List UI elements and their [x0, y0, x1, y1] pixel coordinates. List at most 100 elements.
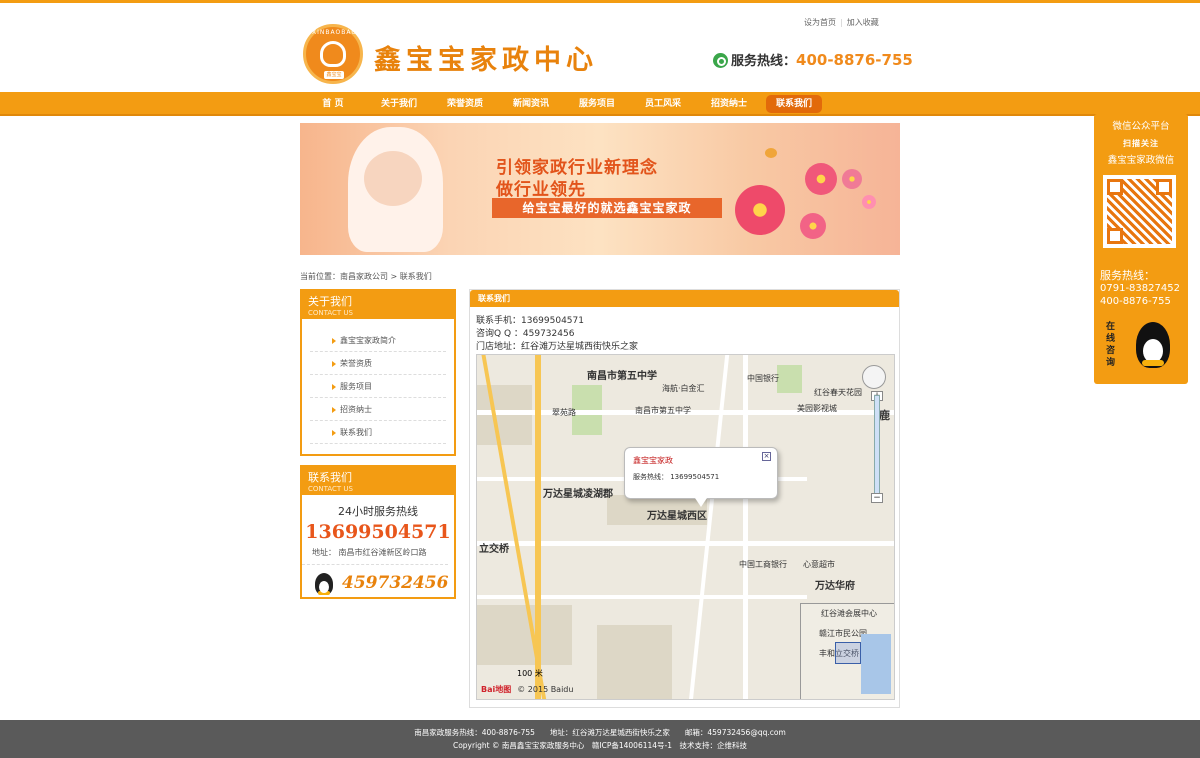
qq-penguin-icon[interactable] — [1136, 322, 1170, 368]
float-phone1: 0791-83827452 — [1100, 283, 1180, 294]
footer-line2: Copyright © 南昌鑫宝宝家政服务中心 赣ICP备14006114号-1… — [452, 741, 748, 750]
service-24h-label: 24小时服务热线 — [338, 505, 418, 518]
flower-decoration — [735, 185, 785, 235]
map-scale: 100 米 — [517, 669, 543, 678]
footer: 南昌家政服务热线：400-8876-755 地址：红谷滩万达星城西街快乐之家 邮… — [0, 720, 1200, 758]
side-item-contact[interactable]: 联系我们 — [310, 421, 446, 444]
nav-honor[interactable]: 荣誉资质 — [432, 92, 498, 116]
top-links: 设为首页 | 加入收藏 — [800, 17, 883, 28]
map-overview[interactable]: 红谷滩会展中心 赣江市民公园 丰和立交桥 — [800, 603, 894, 699]
logo-heart-icon — [320, 41, 346, 67]
map-label-shop: 海航·白金汇 — [662, 384, 705, 393]
footer-line1: 南昌家政服务热线：400-8876-755 地址：红谷滩万达星城西街快乐之家 邮… — [414, 728, 786, 737]
zoom-out-button[interactable]: − — [871, 493, 883, 503]
overview-label-honggu: 红谷滩会展中心 — [821, 609, 877, 618]
float-name: 鑫宝宝家政微信 — [1107, 155, 1175, 166]
map-label-area1: 万达星城凌湖郡 — [543, 489, 613, 500]
baby-face — [364, 151, 422, 206]
overview-label-ganjiang: 赣江市民公园 — [819, 629, 867, 638]
map-label-area2: 万达星城西区 — [647, 511, 707, 522]
nav-news[interactable]: 新闻资讯 — [498, 92, 564, 116]
side-item-intro[interactable]: 鑫宝宝家政简介 — [310, 329, 446, 352]
header-hotline: 服务热线：400-8876-755 — [713, 50, 913, 69]
online-consult-label[interactable]: 在线咨询 — [1106, 321, 1118, 369]
side-item-recruit[interactable]: 招资纳士 — [310, 398, 446, 421]
popup-close-icon[interactable]: × — [762, 452, 771, 461]
qq-contact[interactable]: 459732456 — [302, 567, 454, 601]
map-block — [597, 625, 672, 699]
nav-recruit[interactable]: 招资纳士 — [696, 92, 762, 116]
map-label-lijiao: 立交桥 — [479, 544, 509, 555]
nav-contact[interactable]: 联系我们 — [766, 95, 822, 113]
breadcrumb-prefix: 当前位置： — [300, 272, 340, 281]
about-box-title: 关于我们 — [308, 295, 352, 308]
nav-about[interactable]: 关于我们 — [366, 92, 432, 116]
zoom-slider[interactable] — [874, 395, 880, 495]
breadcrumb-sep: > — [390, 272, 398, 281]
contact-box-header: 联系我们 CONTACT US — [302, 467, 454, 495]
map-label-cuiyuan: 翠苑路 — [552, 408, 576, 417]
side-item-services[interactable]: 服务项目 — [310, 375, 446, 398]
flower-decoration — [800, 213, 826, 239]
baidu-map[interactable]: 南昌市第五中学 中国银行 海航·白金汇 红谷春天花园 翠苑路 鹿 南昌市第五中学… — [476, 354, 895, 700]
logo-banner: 鑫宝宝 — [324, 71, 344, 79]
float-hotline: 服务热线： 0791-83827452 400-8876-755 — [1100, 269, 1180, 308]
banner-line2: 做行业领先 — [496, 180, 586, 200]
baidu-logo-text: Bai地图 — [481, 685, 512, 694]
header: XINBAOBAO 鑫宝宝 鑫宝宝家政中心 设为首页 | 加入收藏 服务热线：400… — [300, 12, 913, 92]
set-homepage-link[interactable]: 设为首页 — [800, 18, 840, 27]
map-block — [477, 605, 572, 665]
map-road — [688, 355, 730, 699]
float-title: 微信公众平台 — [1112, 121, 1170, 132]
map-label-xinyuan: 心意超市 — [803, 560, 835, 569]
map-park — [777, 365, 802, 393]
nav-services[interactable]: 服务项目 — [564, 92, 630, 116]
breadcrumb-home[interactable]: 南昌家政公司 — [340, 272, 388, 281]
main-mobile: 联系手机：13699504571 — [476, 316, 584, 326]
main-address: 门店地址：红谷滩万达星城西街快乐之家 — [476, 342, 639, 352]
logo-text[interactable]: 鑫宝宝家政中心 — [374, 38, 598, 77]
baidu-logo: Bai地图 © 2015 Baidu — [481, 684, 573, 695]
contact-address: 地址： 南昌市红谷滩新区岭口路 — [302, 547, 448, 565]
float-phone2: 400-8876-755 — [1100, 296, 1171, 307]
flower-decoration — [805, 163, 837, 195]
main-nav: 首 页 关于我们 荣誉资质 新闻资讯 服务项目 员工风采 招资纳士 联系我们 — [0, 92, 1200, 116]
main-title: 联系我们 — [470, 290, 899, 307]
map-label-icbc: 中国工商银行 — [739, 560, 787, 569]
map-label-meizhou: 红谷春天花园 — [814, 388, 862, 397]
map-zoom-control[interactable]: + − — [862, 361, 886, 503]
map-label-nanchang5: 南昌市第五中学 — [635, 406, 691, 415]
main-qq: 咨询Q Q ：459732456 — [476, 329, 575, 339]
breadcrumb-current: 联系我们 — [399, 272, 432, 281]
map-info-popup: 鑫宝宝家政 服务热线： 13699504571 × — [624, 447, 778, 507]
map-pan-icon[interactable] — [862, 365, 886, 389]
popup-hotline: 服务热线： 13699504571 — [633, 473, 720, 481]
contact-box-title: 联系我们 — [308, 471, 352, 484]
map-copyright: © 2015 Baidu — [517, 685, 574, 694]
logo-icon[interactable]: XINBAOBAO 鑫宝宝 — [303, 24, 363, 84]
hotline-number: 400-8876-755 — [796, 51, 913, 69]
contact-box-subtitle: CONTACT US — [308, 485, 353, 493]
side-item-honor[interactable]: 荣誉资质 — [310, 352, 446, 375]
hero-banner: 引领家政行业新理念 做行业领先 给宝宝最好的就选鑫宝宝家政 — [300, 123, 900, 255]
float-panel: 微信公众平台 扫描关注 鑫宝宝家政微信 服务热线： 0791-83827452 … — [1094, 114, 1188, 384]
qr-code — [1103, 175, 1176, 248]
banner-line3: 给宝宝最好的就选鑫宝宝家政 — [492, 198, 722, 218]
logo-arc-text: XINBAOBAO — [312, 29, 358, 36]
add-favorite-link[interactable]: 加入收藏 — [843, 18, 883, 27]
popup-tail — [695, 498, 707, 507]
top-accent-line — [0, 0, 1200, 12]
nav-staff[interactable]: 员工风采 — [630, 92, 696, 116]
qq-penguin-icon — [315, 573, 333, 595]
map-label-bank: 中国银行 — [747, 374, 779, 383]
phone-icon — [713, 53, 728, 68]
nav-home[interactable]: 首 页 — [300, 92, 366, 116]
flower-decoration — [842, 169, 862, 189]
map-label-wanda: 万达华府 — [815, 581, 855, 592]
contact-phone: 13699504571 — [305, 521, 451, 543]
about-box-subtitle: CONTACT US — [308, 309, 353, 317]
hotline-label: 服务热线： — [731, 54, 797, 69]
about-box-header: 关于我们 CONTACT US — [302, 291, 454, 319]
main-content: 联系我们 联系手机：13699504571 咨询Q Q ：459732456 门… — [469, 289, 900, 708]
contact-box: 联系我们 CONTACT US 24小时服务热线 13699504571 地址：… — [300, 465, 456, 599]
